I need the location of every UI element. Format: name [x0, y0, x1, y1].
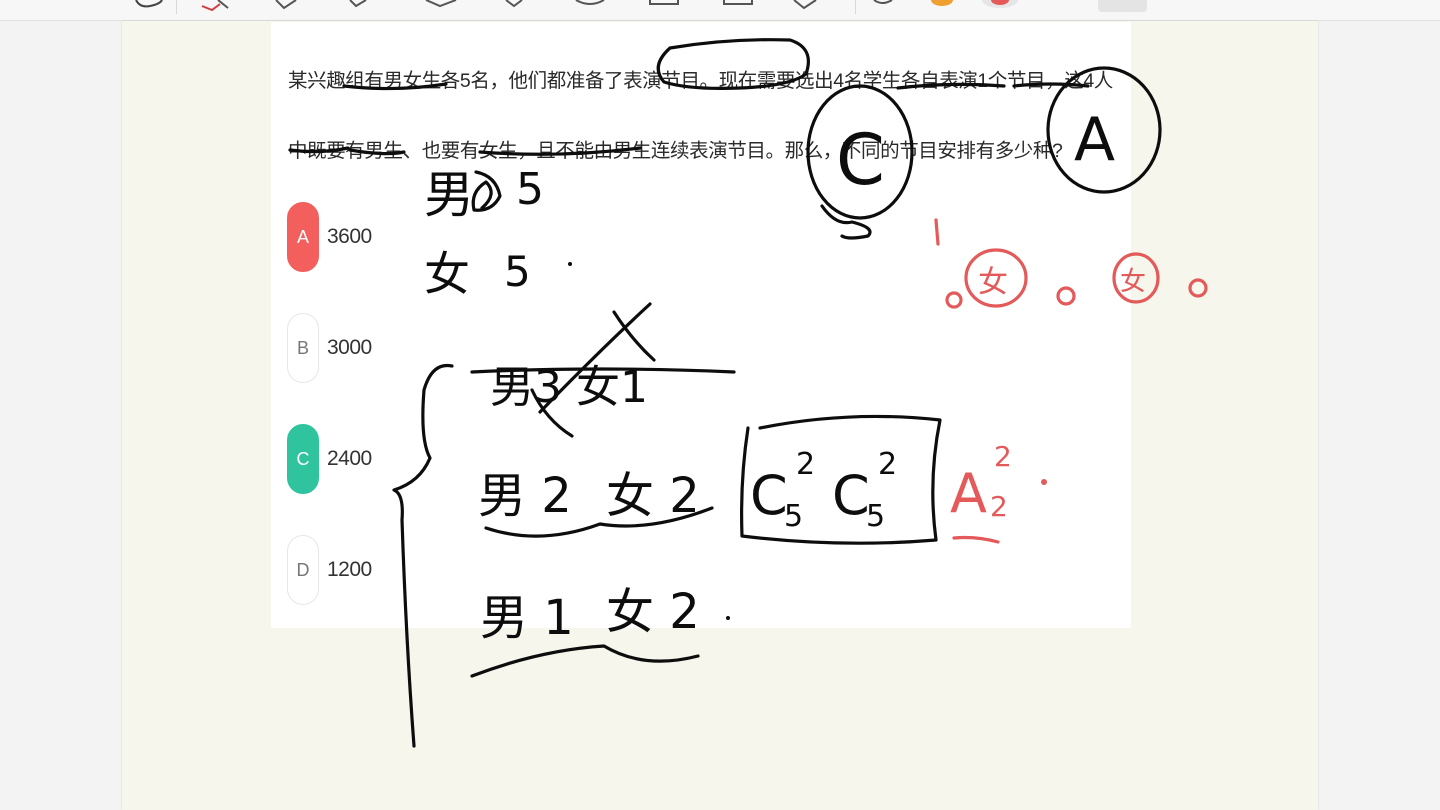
option-value: 3600	[327, 225, 372, 248]
lasso-tool-icon[interactable]	[132, 0, 168, 14]
option-letter-badge: A	[287, 202, 319, 272]
pen-tool-icon[interactable]	[198, 0, 232, 14]
question-text: 某兴趣组有男女生各5名，他们都准备了表演节目。现在需要选出4名学生各自表演1个节…	[288, 70, 1113, 162]
sticker-tool-icon[interactable]	[572, 0, 608, 14]
redo-tool-icon[interactable]	[868, 0, 898, 14]
option-letter-badge: C	[287, 424, 319, 494]
toolbar-divider	[176, 0, 177, 14]
option-letter-badge: D	[287, 535, 319, 605]
color-red-swatch[interactable]	[980, 0, 1020, 14]
eraser-tool-icon[interactable]	[270, 0, 304, 14]
toolbar-divider	[855, 0, 856, 14]
ruler-tool-icon[interactable]	[720, 0, 756, 14]
shape-tool-icon[interactable]	[420, 0, 464, 14]
option-c[interactable]: C 2400	[287, 424, 407, 494]
highlighter-tool-icon[interactable]	[344, 0, 374, 14]
image-tool-icon[interactable]	[646, 0, 682, 14]
option-letter-badge: B	[287, 313, 319, 383]
option-b[interactable]: B 3000	[287, 313, 407, 383]
option-value: 1200	[327, 558, 372, 581]
drawing-toolbar	[0, 0, 1440, 21]
option-d[interactable]: D 1200	[287, 535, 407, 605]
option-value: 2400	[327, 447, 372, 470]
undo-tool-icon[interactable]	[788, 0, 824, 14]
option-value: 3000	[327, 336, 372, 359]
active-tool-highlight[interactable]	[1098, 0, 1147, 12]
text-tool-icon[interactable]	[500, 0, 530, 14]
color-orange-swatch[interactable]	[928, 0, 958, 14]
option-a[interactable]: A 3600	[287, 202, 407, 272]
